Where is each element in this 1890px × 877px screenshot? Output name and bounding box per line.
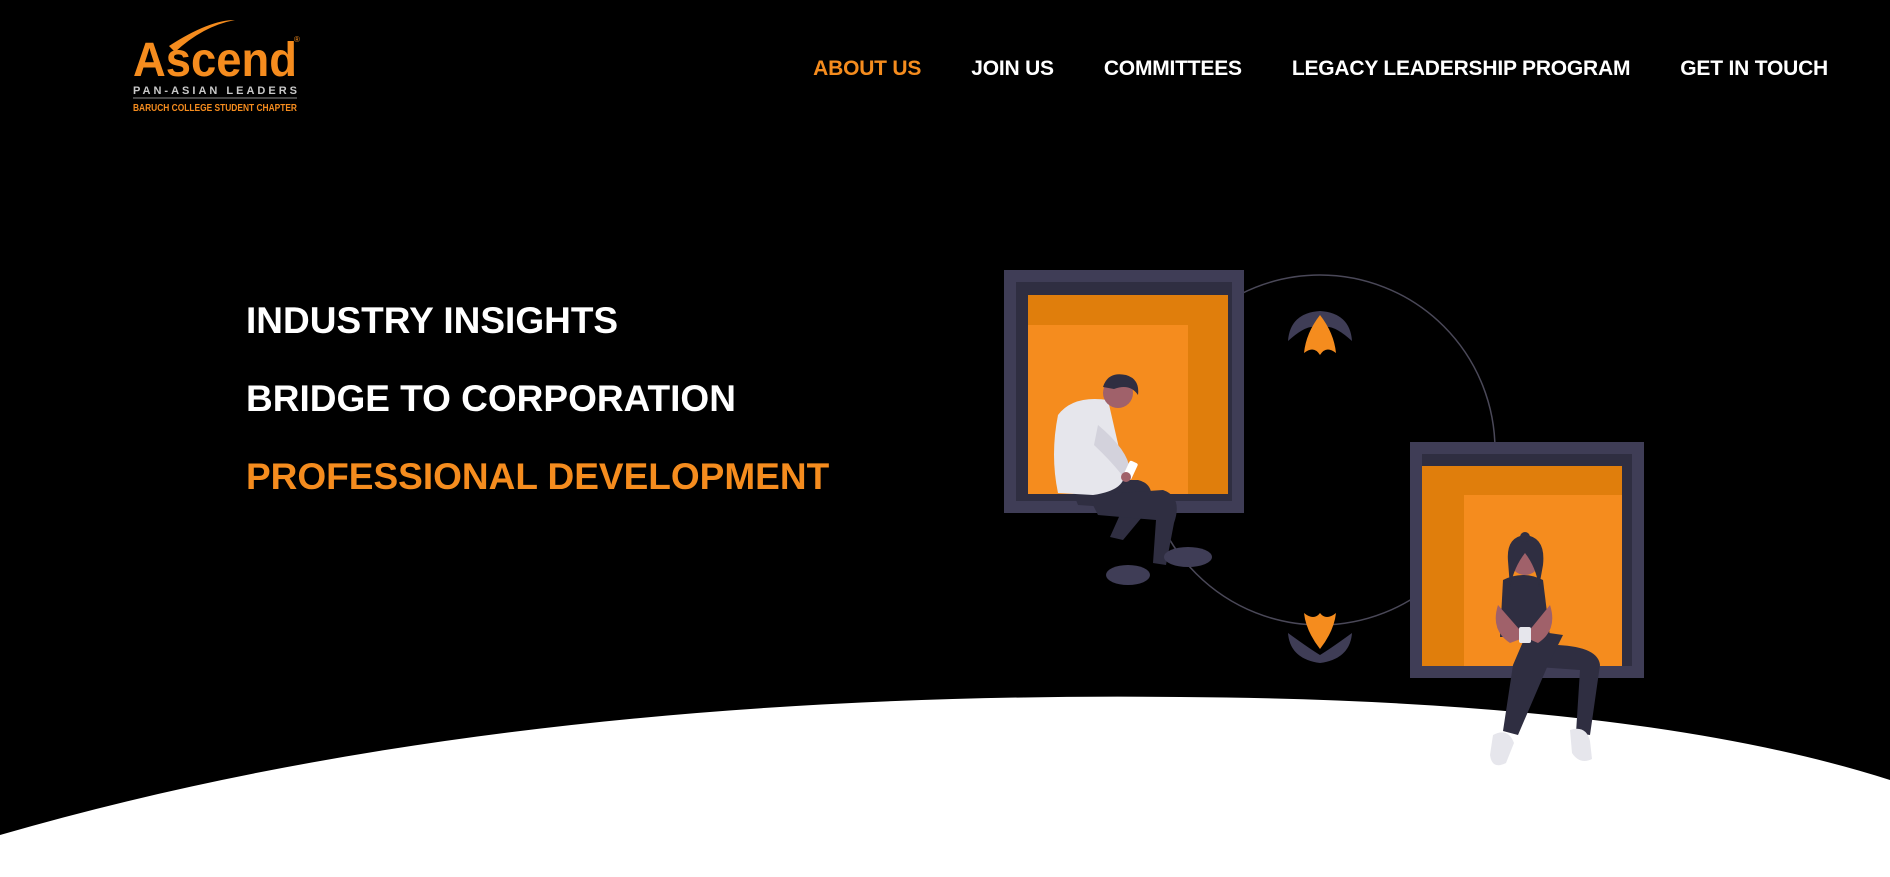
hero-line-industry-insights: INDUSTRY INSIGHTS (246, 300, 619, 341)
hero-slogans: INDUSTRY INSIGHTS BRIDGE TO CORPORATION … (246, 300, 829, 534)
nav-join-us[interactable]: JOIN US (971, 57, 1054, 81)
main-nav: ABOUT US JOIN US COMMITTEES LEGACY LEADE… (813, 57, 1828, 81)
lotus-icon-bottom (1288, 613, 1352, 663)
hero-line-bridge-to-corporation: BRIDGE TO CORPORATION (246, 378, 736, 419)
nav-get-in-touch[interactable]: GET IN TOUCH (1680, 57, 1828, 81)
lotus-icon-top (1288, 311, 1352, 355)
ascend-logo[interactable]: Ascend ® PAN-ASIAN LEADERS BARUCH COLLEG… (131, 12, 301, 116)
nav-committees[interactable]: COMMITTEES (1104, 57, 1242, 81)
logo-wordmark: Ascend (133, 34, 297, 87)
logo-chapter: BARUCH COLLEGE STUDENT CHAPTER (133, 102, 297, 114)
logo-registered-mark: ® (294, 35, 300, 44)
nav-legacy-leadership-program[interactable]: LEGACY LEADERSHIP PROGRAM (1292, 57, 1631, 81)
hero-illustration (1004, 270, 1644, 766)
nav-about-us[interactable]: ABOUT US (813, 57, 921, 81)
logo-tagline: PAN-ASIAN LEADERS (133, 85, 297, 97)
hero-line-professional-development: PROFESSIONAL DEVELOPMENT (246, 456, 830, 497)
